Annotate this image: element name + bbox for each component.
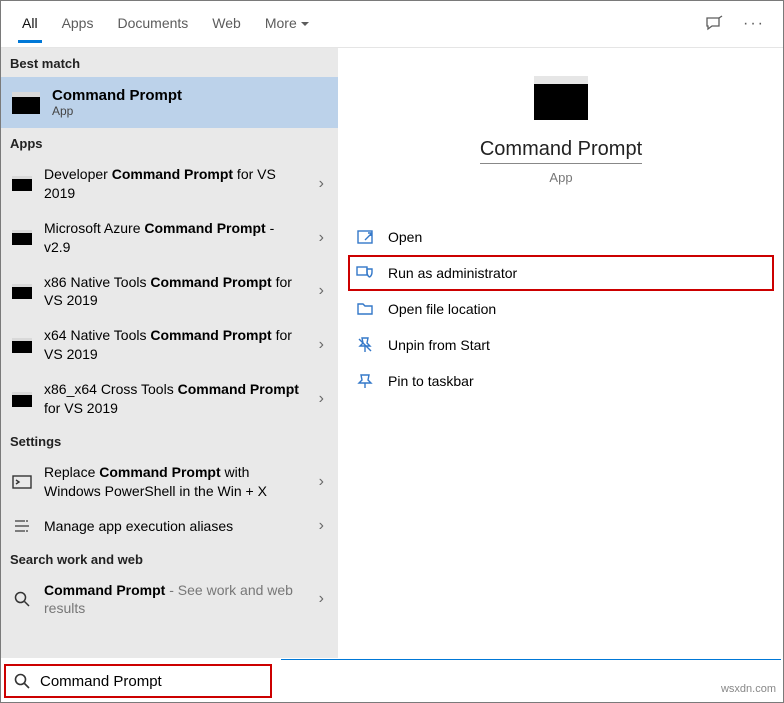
command-prompt-icon <box>12 392 32 407</box>
action-open[interactable]: Open <box>348 219 774 255</box>
web-result[interactable]: Command Prompt - See work and web result… <box>0 573 338 627</box>
chevron-right-icon[interactable]: › <box>315 336 328 354</box>
section-apps: Apps <box>0 128 338 157</box>
action-open-file-location[interactable]: Open file location <box>348 291 774 327</box>
section-search-web: Search work and web <box>0 544 338 573</box>
app-result[interactable]: x86_x64 Cross Tools Command Prompt for V… <box>0 372 338 426</box>
section-settings: Settings <box>0 426 338 455</box>
feedback-icon[interactable] <box>704 14 724 34</box>
best-match-item[interactable]: Command Prompt App <box>0 77 338 128</box>
section-best-match: Best match <box>0 48 338 77</box>
setting-result[interactable]: Manage app execution aliases › <box>0 509 338 544</box>
open-icon <box>356 228 374 246</box>
divider <box>281 659 781 660</box>
chevron-down-icon <box>301 22 309 30</box>
command-prompt-icon <box>12 176 32 191</box>
command-prompt-icon <box>534 76 588 120</box>
terminal-setting-icon <box>12 474 32 490</box>
chevron-right-icon[interactable]: › <box>315 175 328 193</box>
command-prompt-icon <box>12 230 32 245</box>
alias-icon <box>12 518 32 534</box>
folder-icon <box>356 300 374 318</box>
unpin-icon <box>356 336 374 354</box>
search-box[interactable] <box>4 664 272 698</box>
tab-documents[interactable]: Documents <box>105 5 200 43</box>
filter-tab-bar: All Apps Documents Web More ··· <box>0 0 784 48</box>
action-unpin-start[interactable]: Unpin from Start <box>348 327 774 363</box>
command-prompt-icon <box>12 92 40 114</box>
tab-apps[interactable]: Apps <box>50 5 106 43</box>
shield-admin-icon <box>356 264 374 282</box>
preview-pane: Command Prompt App Open Run as administr… <box>338 48 784 658</box>
tab-all[interactable]: All <box>10 5 50 43</box>
pin-icon <box>356 372 374 390</box>
chevron-right-icon[interactable]: › <box>315 390 328 408</box>
search-input[interactable] <box>40 673 262 690</box>
app-result[interactable]: Developer Command Prompt for VS 2019 › <box>0 157 338 211</box>
command-prompt-icon <box>12 284 32 299</box>
preview-title[interactable]: Command Prompt <box>480 138 642 164</box>
chevron-right-icon[interactable]: › <box>315 229 328 247</box>
results-pane: Best match Command Prompt App Apps Devel… <box>0 48 338 658</box>
search-icon <box>12 591 32 607</box>
app-result[interactable]: Microsoft Azure Command Prompt - v2.9 › <box>0 211 338 265</box>
watermark: wsxdn.com <box>721 683 776 695</box>
command-prompt-icon <box>12 338 32 353</box>
chevron-right-icon[interactable]: › <box>315 282 328 300</box>
preview-subtitle: App <box>549 170 572 185</box>
best-match-title: Command Prompt <box>52 87 182 104</box>
chevron-right-icon[interactable]: › <box>315 590 328 608</box>
app-result[interactable]: x64 Native Tools Command Prompt for VS 2… <box>0 318 338 372</box>
options-icon[interactable]: ··· <box>744 14 764 34</box>
tab-more[interactable]: More <box>253 5 321 43</box>
chevron-right-icon[interactable]: › <box>315 517 328 535</box>
tab-web[interactable]: Web <box>200 5 253 43</box>
best-match-subtitle: App <box>52 104 182 118</box>
setting-result[interactable]: Replace Command Prompt with Windows Powe… <box>0 455 338 509</box>
action-run-as-admin[interactable]: Run as administrator <box>348 255 774 291</box>
action-pin-taskbar[interactable]: Pin to taskbar <box>348 363 774 399</box>
search-icon <box>14 673 30 689</box>
app-result[interactable]: x86 Native Tools Command Prompt for VS 2… <box>0 265 338 319</box>
chevron-right-icon[interactable]: › <box>315 473 328 491</box>
